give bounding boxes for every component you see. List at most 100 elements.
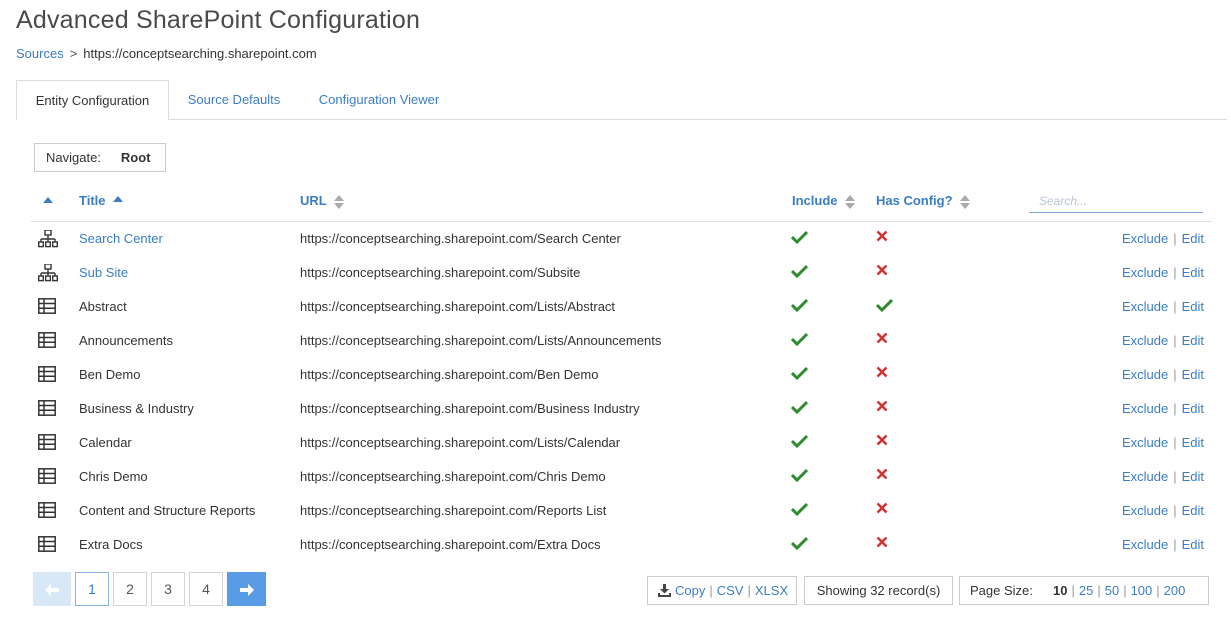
page-size-options: 10 | 25 | 50 | 100 | 200: [1053, 583, 1186, 598]
exclude-link[interactable]: Exclude: [1122, 265, 1168, 280]
table-row: Business & Industry https://conceptsearch…: [31, 392, 1212, 426]
tab-source-defaults[interactable]: Source Defaults: [169, 80, 299, 120]
check-icon: [790, 332, 809, 349]
breadcrumb: Sources > https://conceptsearching.sharepo…: [16, 46, 317, 61]
site-icon: [37, 229, 58, 251]
cross-icon: [876, 332, 888, 347]
page-size-label: Page Size:: [970, 583, 1033, 598]
table-row: Announcements https://conceptsearching.sh…: [31, 324, 1212, 358]
page-button-4[interactable]: 4: [189, 572, 223, 606]
cross-icon: [876, 366, 888, 381]
prev-page-button[interactable]: [33, 572, 71, 606]
exclude-link[interactable]: Exclude: [1122, 435, 1168, 450]
sort-up-icon: [43, 197, 53, 203]
row-url: https://conceptsearching.sharepoint.com/…: [300, 537, 601, 552]
xlsx-button[interactable]: XLSX: [755, 583, 788, 598]
column-header-title[interactable]: Title: [79, 193, 124, 208]
row-title[interactable]: Sub Site: [79, 256, 128, 290]
column-header-url[interactable]: URL: [300, 193, 345, 209]
table-row: Abstract https://conceptsearching.sharepo…: [31, 290, 1212, 324]
exclude-link[interactable]: Exclude: [1122, 333, 1168, 348]
edit-link[interactable]: Edit: [1182, 435, 1204, 450]
row-url: https://conceptsearching.sharepoint.com/…: [300, 469, 606, 484]
download-icon: [658, 584, 671, 597]
column-header-has-config[interactable]: Has Config?: [876, 193, 971, 209]
navigate-label: Navigate:: [46, 150, 101, 165]
page-size-option-50[interactable]: 50: [1105, 583, 1119, 598]
breadcrumb-sources-link[interactable]: Sources: [16, 46, 64, 61]
sort-both-icon: [960, 194, 971, 209]
exclude-link[interactable]: Exclude: [1122, 367, 1168, 382]
search-input[interactable]: [1029, 189, 1203, 213]
page-button-2[interactable]: 2: [113, 572, 147, 606]
csv-button[interactable]: CSV: [717, 583, 744, 598]
tab-bar: Entity Configuration Source Defaults Con…: [16, 80, 1227, 121]
exclude-link[interactable]: Exclude: [1122, 537, 1168, 552]
edit-link[interactable]: Edit: [1182, 265, 1204, 280]
next-page-button[interactable]: [227, 572, 266, 606]
check-icon: [790, 230, 809, 247]
cross-icon: [876, 434, 888, 449]
cross-icon: [876, 400, 888, 415]
page-size-option-200[interactable]: 200: [1164, 583, 1186, 598]
exclude-link[interactable]: Exclude: [1122, 231, 1168, 246]
list-icon: [38, 502, 56, 521]
page-size-option-100[interactable]: 100: [1131, 583, 1153, 598]
row-title: Business & Industry: [79, 401, 194, 416]
exclude-link[interactable]: Exclude: [1122, 401, 1168, 416]
row-actions: Exclude | Edit: [1121, 231, 1204, 246]
edit-link[interactable]: Edit: [1182, 469, 1204, 484]
tab-configuration-viewer[interactable]: Configuration Viewer: [299, 80, 459, 120]
table-row: Extra Docs https://conceptsearching.share…: [31, 528, 1212, 562]
check-icon: [790, 366, 809, 383]
check-icon: [875, 298, 894, 315]
row-title: Abstract: [79, 299, 127, 314]
column-url-label: URL: [300, 193, 327, 208]
page-size-option-25[interactable]: 25: [1079, 583, 1093, 598]
site-icon: [37, 263, 58, 285]
row-actions: Exclude | Edit: [1121, 435, 1204, 450]
copy-button[interactable]: Copy: [675, 583, 705, 598]
page-title: Advanced SharePoint Configuration: [16, 6, 421, 34]
list-icon: [38, 332, 56, 351]
edit-link[interactable]: Edit: [1182, 537, 1204, 552]
row-title[interactable]: Search Center: [79, 222, 163, 256]
row-actions: Exclude | Edit: [1121, 503, 1204, 518]
page-size-option-10[interactable]: 10: [1053, 583, 1067, 598]
row-actions: Exclude | Edit: [1121, 401, 1204, 416]
edit-link[interactable]: Edit: [1182, 367, 1204, 382]
arrow-right-icon: [239, 584, 254, 597]
row-url: https://conceptsearching.sharepoint.com/…: [300, 367, 599, 382]
row-title: Chris Demo: [79, 469, 148, 484]
exclude-link[interactable]: Exclude: [1122, 469, 1168, 484]
page-size-selector: Page Size: 10 | 25 | 50 | 100 | 200: [959, 576, 1209, 605]
table-row: Ben Demo https://conceptsearching.sharepo…: [31, 358, 1212, 392]
icon-column-sort[interactable]: [43, 192, 53, 207]
edit-link[interactable]: Edit: [1182, 503, 1204, 518]
sort-both-icon: [845, 194, 856, 209]
edit-link[interactable]: Edit: [1182, 401, 1204, 416]
row-url: https://conceptsearching.sharepoint.com/…: [300, 333, 662, 348]
table-body: Search Center https://conceptsearching.sh…: [31, 222, 1212, 562]
sort-up-icon: [113, 195, 124, 202]
page-button-1[interactable]: 1: [75, 572, 109, 606]
exclude-link[interactable]: Exclude: [1122, 503, 1168, 518]
row-actions: Exclude | Edit: [1121, 367, 1204, 382]
column-has-config-label: Has Config?: [876, 193, 953, 208]
column-header-include[interactable]: Include: [792, 193, 856, 209]
table-row: Chris Demo https://conceptsearching.share…: [31, 460, 1212, 494]
page-button-3[interactable]: 3: [151, 572, 185, 606]
exclude-link[interactable]: Exclude: [1122, 299, 1168, 314]
row-actions: Exclude | Edit: [1121, 299, 1204, 314]
list-icon: [38, 298, 56, 317]
edit-link[interactable]: Edit: [1182, 231, 1204, 246]
tab-entity-configuration[interactable]: Entity Configuration: [16, 80, 169, 121]
edit-link[interactable]: Edit: [1182, 299, 1204, 314]
row-url: https://conceptsearching.sharepoint.com/…: [300, 299, 616, 314]
table-row: Sub Site https://conceptsearching.sharepo…: [31, 256, 1212, 290]
edit-link[interactable]: Edit: [1182, 333, 1204, 348]
breadcrumb-separator: >: [69, 46, 78, 61]
check-icon: [790, 468, 809, 485]
records-count: Showing 32 record(s): [804, 576, 953, 605]
navigate-value[interactable]: Root: [121, 150, 151, 165]
